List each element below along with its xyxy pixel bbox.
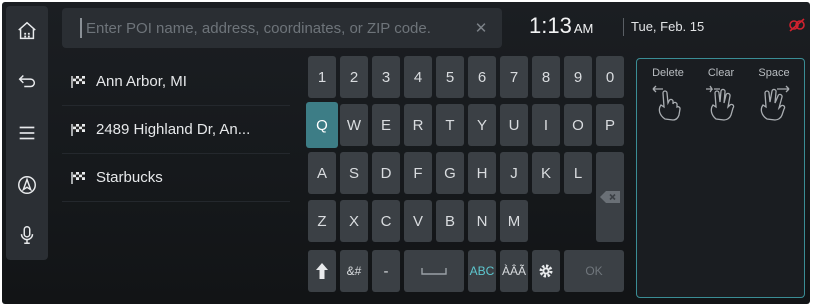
key-l[interactable]: L — [564, 152, 592, 194]
abc-button[interactable]: ABC — [468, 250, 496, 292]
list-item[interactable]: Ann Arbor, MI — [62, 58, 290, 106]
swipe-right-hand-icon — [760, 85, 790, 121]
home-button[interactable] — [6, 10, 48, 52]
key-p[interactable]: P — [596, 104, 624, 146]
key-r[interactable]: R — [404, 104, 432, 146]
back-arrow-icon — [18, 74, 36, 88]
key-y[interactable]: Y — [468, 104, 496, 146]
key-a[interactable]: A — [308, 152, 336, 194]
key-5[interactable]: 5 — [436, 56, 464, 98]
scrub-hand-icon — [706, 85, 735, 121]
key-7[interactable]: 7 — [500, 56, 528, 98]
swipe-left-hand-icon — [652, 85, 681, 121]
checkered-flag-icon — [71, 171, 85, 184]
home-icon — [18, 21, 36, 40]
checkered-flag-icon — [71, 75, 85, 88]
spacebar-icon — [421, 268, 447, 275]
key-0[interactable]: 0 — [596, 56, 624, 98]
menu-icon — [19, 126, 35, 140]
key-h[interactable]: H — [468, 152, 496, 194]
key-2[interactable]: 2 — [340, 56, 368, 98]
delete-label: Delete — [652, 67, 684, 79]
space-label: Space — [758, 67, 790, 79]
key-v[interactable]: V — [404, 200, 432, 242]
key-o[interactable]: O — [564, 104, 592, 146]
clock: 1:13 AM — [529, 13, 593, 39]
backspace-button[interactable] — [596, 152, 624, 242]
key-1[interactable]: 1 — [308, 56, 336, 98]
menu-button[interactable] — [6, 112, 48, 154]
key-4[interactable]: 4 — [404, 56, 432, 98]
status-divider — [623, 18, 624, 36]
key-j[interactable]: J — [500, 152, 528, 194]
ok-button[interactable]: OK — [564, 250, 624, 292]
list-item-label: Ann Arbor, MI — [96, 73, 187, 90]
key-t[interactable]: T — [436, 104, 464, 146]
key-b[interactable]: B — [436, 200, 464, 242]
back-button[interactable] — [6, 60, 48, 102]
handwriting-gesture-panel[interactable]: Delete Clear Space — [636, 58, 805, 298]
space-key[interactable] — [404, 250, 464, 292]
dash-key[interactable]: - — [372, 250, 400, 292]
date-text: Tue, Feb. 15 — [631, 19, 705, 34]
microphone-icon — [20, 226, 34, 244]
key-f[interactable]: F — [404, 152, 432, 194]
key-i[interactable]: I — [532, 104, 560, 146]
shift-arrow-icon — [316, 263, 328, 279]
key-g[interactable]: G — [436, 152, 464, 194]
gear-icon — [539, 264, 553, 278]
key-e[interactable]: E — [372, 104, 400, 146]
key-6[interactable]: 6 — [468, 56, 496, 98]
key-8[interactable]: 8 — [532, 56, 560, 98]
backspace-icon — [600, 191, 620, 203]
delete-gesture: Delete — [645, 67, 691, 130]
key-9[interactable]: 9 — [564, 56, 592, 98]
recent-destinations-list: Ann Arbor, MI 2489 Highland Dr, An... St… — [62, 58, 290, 202]
key-s[interactable]: S — [340, 152, 368, 194]
key-x[interactable]: X — [340, 200, 368, 242]
key-3[interactable]: 3 — [372, 56, 400, 98]
search-input[interactable] — [82, 19, 466, 37]
key-z[interactable]: Z — [308, 200, 336, 242]
list-item-label: 2489 Highland Dr, An... — [96, 121, 251, 138]
list-item[interactable]: Starbucks — [62, 154, 290, 202]
side-rail — [6, 6, 48, 260]
search-bar: ✕ — [62, 8, 502, 48]
checkered-flag-icon — [71, 123, 85, 136]
ampm-text: AM — [573, 21, 594, 36]
navigation-icon — [18, 176, 36, 194]
key-d[interactable]: D — [372, 152, 400, 194]
navigation-button[interactable] — [6, 164, 48, 206]
space-gesture: Space — [751, 67, 797, 130]
list-item[interactable]: 2489 Highland Dr, An... — [62, 106, 290, 154]
key-k[interactable]: K — [532, 152, 560, 194]
key-n[interactable]: N — [468, 200, 496, 242]
time-text: 1:13 — [529, 13, 572, 38]
list-item-label: Starbucks — [96, 169, 163, 186]
settings-button[interactable] — [532, 250, 560, 292]
key-m[interactable]: M — [500, 200, 528, 242]
clear-gesture: Clear — [698, 67, 744, 130]
close-icon[interactable]: ✕ — [466, 19, 496, 37]
voice-button[interactable] — [6, 214, 48, 256]
shift-button[interactable] — [308, 250, 336, 292]
navigation-search-screen: ✕ 1:13AM Tue, Feb. 15 Ann Arbor, MI — [2, 2, 810, 304]
key-q[interactable]: Q — [306, 102, 338, 148]
clear-label: Clear — [707, 67, 735, 79]
key-w[interactable]: W — [340, 104, 368, 146]
connection-off-icon — [789, 18, 805, 32]
accents-button[interactable]: ÀÂÃ — [500, 250, 528, 292]
key-u[interactable]: U — [500, 104, 528, 146]
symbols-button[interactable]: &# — [340, 250, 368, 292]
key-c[interactable]: C — [372, 200, 400, 242]
